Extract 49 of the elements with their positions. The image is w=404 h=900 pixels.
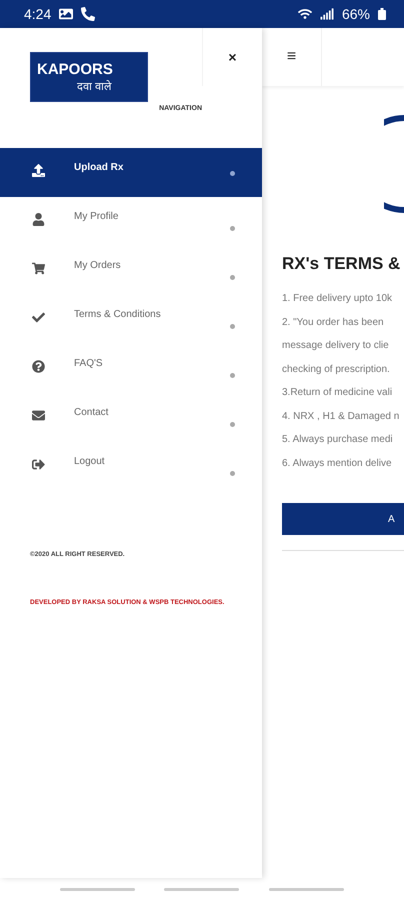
wifi-icon [298,7,312,21]
image-icon [59,7,74,21]
dot-icon [230,324,235,329]
status-time: 4:24 [24,6,52,22]
user-icon [32,213,45,226]
dot-icon [230,171,235,176]
terms-line: 2. "You order has been [282,316,385,328]
terms-title: RX's TERMS & [282,254,402,274]
mail-icon [32,409,45,422]
menu-item[interactable]: My Orders [0,248,262,297]
menu-button[interactable]: ≡ [262,28,322,86]
dot-icon [230,226,235,231]
logo-tagline: दवा वाले [76,79,113,93]
terms-line: 4. NRX , H1 & Damaged n [282,410,400,422]
terms-line: 6. Always mention delive [282,456,393,470]
dot-icon [230,471,235,476]
menu-label: Contact [74,407,110,418]
menu-label: Logout [74,456,106,467]
accept-button[interactable]: A [282,503,404,535]
dot-icon [230,275,235,280]
battery-percent: 66% [342,6,370,22]
menu-label: My Orders [74,260,122,271]
cart-icon [32,262,45,275]
terms-line: 1. Free delivery upto 10k [282,292,394,305]
terms-line: checking of prescription. [282,362,391,376]
phone-icon [81,7,96,21]
signal-icon [320,7,334,21]
check-icon [32,311,45,324]
upload-icon [32,164,45,177]
menu-item[interactable]: Logout [0,444,262,493]
terms-line: 3.Return of medicine vali [282,386,394,399]
close-button[interactable]: × [202,28,262,86]
menu-item[interactable]: Contact [0,395,262,444]
logout-icon [32,458,45,471]
dot-icon [230,422,235,427]
battery-icon [378,8,386,20]
help-icon [32,360,45,373]
menu-label: Terms & Conditions [74,309,162,320]
menu-item[interactable]: Terms & Conditions [0,297,262,346]
dot-icon [230,373,235,378]
menu-label: My Profile [74,211,120,222]
menu-label: Upload Rx [74,162,124,173]
menu-item[interactable]: Upload Rx [0,148,262,197]
terms-line: message delivery to clie [282,339,390,352]
menu-label: FAQ'S [74,358,104,369]
menu-item[interactable]: FAQ'S [0,346,262,395]
terms-line: 5. Always purchase medi [282,433,394,446]
menu-item[interactable]: My Profile [0,199,262,248]
logo-name: KAPOORS [37,61,114,78]
